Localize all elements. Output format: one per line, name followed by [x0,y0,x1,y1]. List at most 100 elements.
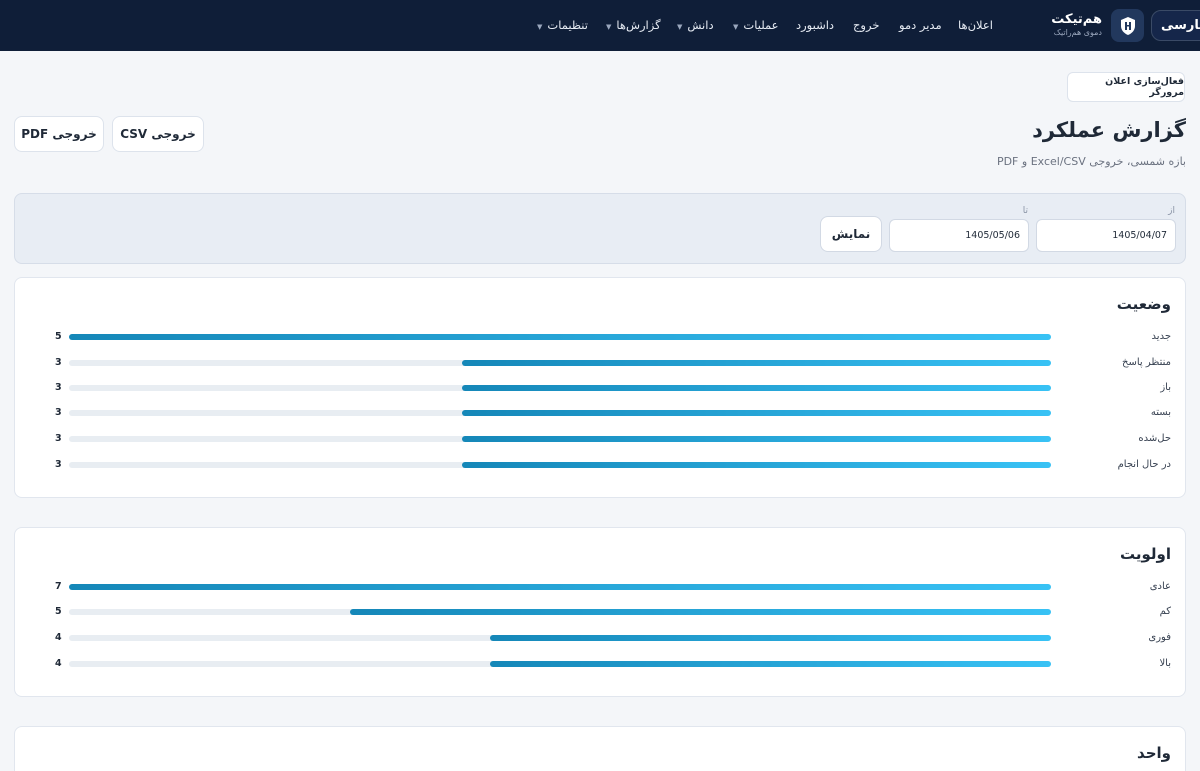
from-label: از [1168,206,1175,216]
bar-value: 3 [55,433,62,444]
bar-value: 5 [55,606,62,617]
bar-label: در حال انجام [1117,459,1171,470]
bar-fill [349,609,1051,615]
nav-item-operations[interactable]: ▼ عملیات [733,17,779,33]
nav-label: اعلان‌ها [958,18,993,32]
bar-fill [461,436,1051,442]
bar-row: بسته 3 [15,406,1185,420]
bar-fill [69,584,1051,590]
bar-track [69,609,1051,615]
priority-card: اولویت عادی 7 کم 5 فوری 4 بالا 4 [14,527,1186,697]
bar-value: 5 [55,331,62,342]
bar-value: 3 [55,407,62,418]
language-button[interactable]: فارسی [1151,10,1200,41]
card-title: واحد [1137,744,1171,762]
bar-value: 7 [55,581,62,592]
bar-label: فوری [1148,632,1171,643]
bar-fill [489,661,1051,667]
bar-fill [461,410,1051,416]
logo-icon [1111,9,1144,42]
bar-track [69,334,1051,340]
bar-track [69,661,1051,667]
export-csv-button[interactable]: خروجی CSV [112,116,204,152]
bar-fill [461,385,1051,391]
brand-subtitle: دموی هم‌راتیک [1053,28,1102,37]
status-card: وضعیت جدید 5 منتظر پاسخ 3 باز 3 بسته 3 ح… [14,277,1186,498]
show-button[interactable]: نمایش [820,216,882,252]
bar-value: 3 [55,459,62,470]
nav-item-demo-admin[interactable]: مدیر دمو [899,17,942,33]
bar-value: 4 [55,632,62,643]
bar-track [69,462,1051,468]
to-label: تا [1022,206,1028,216]
bar-row: جدید 5 [15,330,1185,344]
bar-track [69,584,1051,590]
export-pdf-button[interactable]: خروجی PDF [14,116,104,152]
bar-label: حل‌شده [1138,433,1171,444]
bar-track [69,436,1051,442]
bar-row: کم 5 [15,605,1185,619]
unit-card: واحد [14,726,1186,771]
nav-item-dashboard[interactable]: داشبورد [796,17,834,33]
bar-track [69,410,1051,416]
nav-label: مدیر دمو [899,18,942,32]
to-date-value: 1405/05/06 [965,230,1020,241]
bar-row: منتظر پاسخ 3 [15,356,1185,370]
chevron-down-icon: ▼ [606,23,612,31]
bar-row: در حال انجام 3 [15,458,1185,472]
bar-value: 4 [55,658,62,669]
language-label: فارسی [1161,18,1200,33]
from-date-input[interactable]: 1405/04/07 [1036,219,1176,252]
bar-label: باز [1160,382,1171,393]
bar-track [69,385,1051,391]
nav-label: عملیات [743,18,779,32]
bar-row: فوری 4 [15,631,1185,645]
export-csv-label: خروجی CSV [120,127,196,141]
nav-label: تنظیمات [547,18,588,32]
bar-row: حل‌شده 3 [15,432,1185,446]
enable-notifications-label: فعال‌سازی اعلان مرورگر [1105,76,1184,98]
top-navbar: فارسی هم‌تیکت دموی هم‌راتیک اعلان‌ها مدی… [0,0,1200,51]
bar-label: بسته [1150,407,1171,418]
page-title: گزارش عملکرد [1032,118,1186,142]
bar-track [69,635,1051,641]
chevron-down-icon: ▼ [677,23,683,31]
bar-fill [69,334,1051,340]
bar-label: منتظر پاسخ [1122,357,1171,368]
nav-label: دانش [687,18,714,32]
bar-fill [461,462,1051,468]
nav-item-logout[interactable]: خروج [853,17,879,33]
chevron-down-icon: ▼ [733,23,739,31]
bar-row: عادی 7 [15,580,1185,594]
card-title: اولویت [1119,545,1171,563]
nav-item-knowledge[interactable]: ▼ دانش [677,17,714,33]
date-filter-panel: از 1405/04/07 تا 1405/05/06 نمایش [14,193,1186,264]
card-title: وضعیت [1116,295,1171,313]
page-subtitle: بازه شمسی، خروجی Excel/CSV و PDF [996,155,1186,168]
to-date-input[interactable]: 1405/05/06 [889,219,1029,252]
from-date-value: 1405/04/07 [1112,230,1167,241]
chevron-down-icon: ▼ [537,23,543,31]
bar-row: بالا 4 [15,657,1185,671]
bar-label: عادی [1149,581,1171,592]
nav-label: خروج [853,18,880,32]
bar-track [69,360,1051,366]
nav-item-reports[interactable]: ▼ گزارش‌ها [606,17,661,33]
nav-item-notifications[interactable]: اعلان‌ها [958,17,993,33]
bar-label: جدید [1151,331,1171,342]
bar-label: کم [1159,606,1171,617]
show-label: نمایش [831,227,871,241]
enable-notifications-button[interactable]: فعال‌سازی اعلان مرورگر [1067,72,1185,102]
brand: هم‌تیکت دموی هم‌راتیک [1051,12,1102,38]
bar-value: 3 [55,357,62,368]
bar-row: باز 3 [15,381,1185,395]
nav-label: داشبورد [796,18,835,32]
nav-item-settings[interactable]: ▼ تنظیمات [537,17,588,33]
bar-fill [489,635,1051,641]
bar-value: 3 [55,382,62,393]
bar-fill [461,360,1051,366]
bar-label: بالا [1159,658,1171,669]
nav-label: گزارش‌ها [616,18,661,32]
export-pdf-label: خروجی PDF [21,127,97,141]
brand-name: هم‌تیکت [1051,12,1102,27]
